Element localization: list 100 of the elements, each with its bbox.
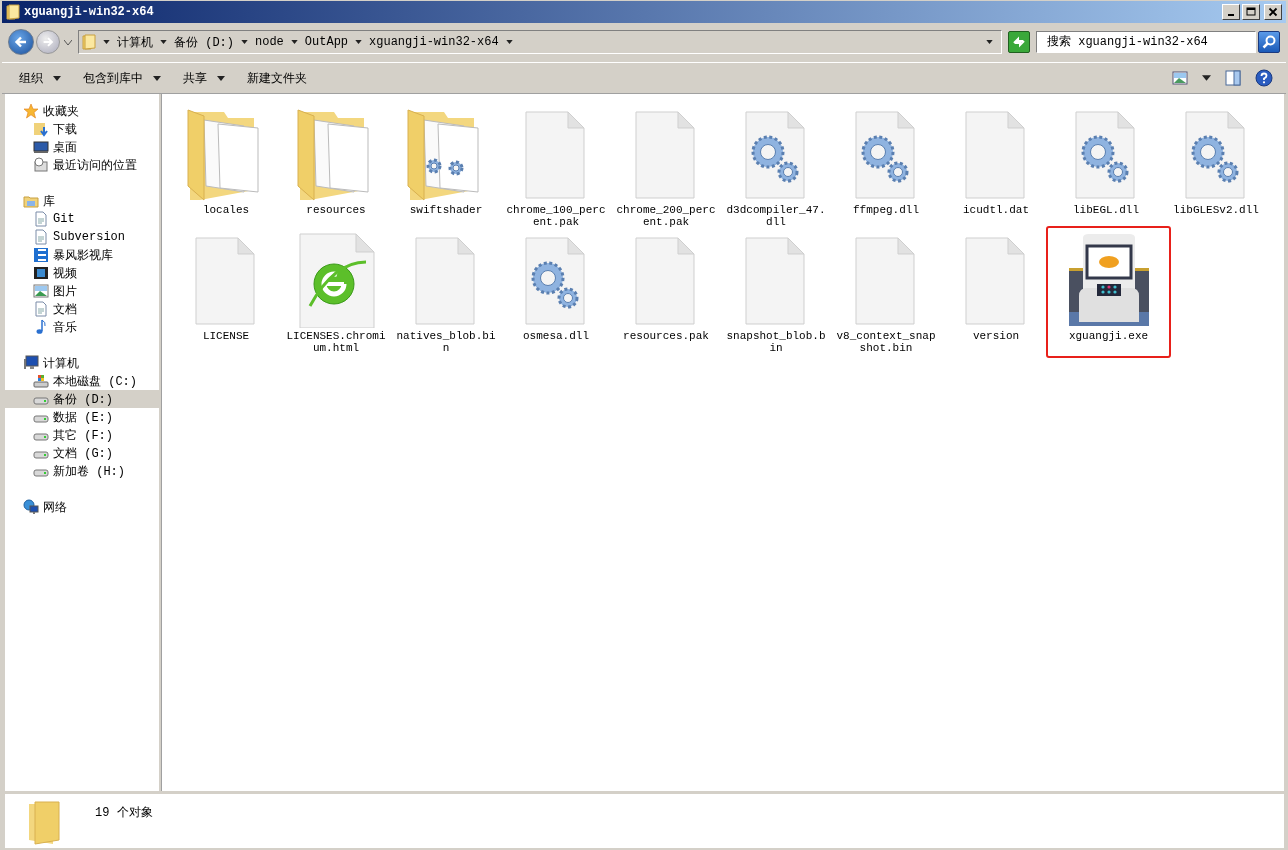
download-folder-icon <box>33 121 49 137</box>
toolbar-button[interactable]: 新建文件夹 <box>238 66 316 90</box>
file-item[interactable]: LICENSE <box>171 228 281 354</box>
file-item[interactable]: chrome_200_percent.pak <box>611 102 721 228</box>
music-note-icon <box>33 319 49 335</box>
caret-icon <box>241 40 248 44</box>
nav-item[interactable]: 文档 <box>5 300 159 318</box>
nav-item[interactable]: 数据 (E:) <box>5 408 159 426</box>
help-icon <box>1255 69 1273 87</box>
file-item[interactable]: xguangji.exe <box>1046 226 1171 358</box>
file-name: swiftshader <box>408 204 484 216</box>
breadcrumb[interactable]: 计算机 <box>117 33 153 51</box>
search-field[interactable]: 搜索 xguangji-win32-x64 <box>1036 31 1256 53</box>
file-item[interactable]: libEGL.dll <box>1051 102 1161 228</box>
file-name: ffmpeg.dll <box>852 204 920 216</box>
search-button[interactable] <box>1258 31 1280 53</box>
forward-arrow-icon <box>41 35 55 49</box>
film-strip-icon <box>33 265 49 281</box>
back-button[interactable] <box>8 29 34 55</box>
nav-item[interactable]: 文档 (G:) <box>5 444 159 462</box>
caret-icon <box>1202 75 1211 81</box>
toolbar-button[interactable]: 包含到库中 <box>74 66 170 90</box>
breadcrumb[interactable]: node <box>255 35 284 49</box>
file-name: osmesa.dll <box>522 330 590 342</box>
toolbar-button[interactable]: 共享 <box>174 66 234 90</box>
close-button[interactable] <box>1264 4 1282 20</box>
network-icon <box>23 499 39 515</box>
address-bar[interactable]: 计算机 备份 (D:) node OutApp xguangji-win32-x64 <box>78 30 1002 54</box>
picture-icon <box>1172 71 1188 85</box>
nav-item[interactable]: 视频 <box>5 264 159 282</box>
folder-icon <box>82 34 96 50</box>
nav-item[interactable]: 新加卷 (H:) <box>5 462 159 480</box>
close-icon <box>1268 7 1278 17</box>
nav-item[interactable]: 网络 <box>5 498 159 516</box>
file-item[interactable]: snapshot_blob.bin <box>721 228 831 354</box>
file-item[interactable]: natives_blob.bin <box>391 228 501 354</box>
nav-item[interactable]: 音乐 <box>5 318 159 336</box>
recent-places-icon <box>33 157 49 173</box>
file-item[interactable]: locales <box>171 102 281 228</box>
nav-item[interactable]: 本地磁盘 (C:) <box>5 372 159 390</box>
file-name: LICENSES.chromium.html <box>286 330 386 354</box>
caret-icon <box>103 40 110 44</box>
breadcrumb[interactable]: OutApp <box>304 35 349 49</box>
file-name: resources.pak <box>622 330 710 342</box>
document-icon <box>33 301 49 317</box>
breadcrumb[interactable]: 备份 (D:) <box>174 33 234 51</box>
file-item[interactable]: d3dcompiler_47.dll <box>721 102 831 228</box>
nav-item[interactable]: 其它 (F:) <box>5 426 159 444</box>
folder-icon <box>6 4 20 20</box>
monitor-icon <box>33 139 49 155</box>
nav-item[interactable]: Subversion <box>5 228 159 246</box>
file-name: snapshot_blob.bin <box>726 330 826 354</box>
caret-icon <box>160 40 167 44</box>
forward-button[interactable] <box>36 30 60 54</box>
file-item[interactable]: resources <box>281 102 391 228</box>
nav-item[interactable]: 备份 (D:) <box>5 390 159 408</box>
minimize-button[interactable] <box>1222 4 1240 20</box>
file-item[interactable]: osmesa.dll <box>501 228 611 354</box>
nav-item[interactable]: 下载 <box>5 120 159 138</box>
refresh-button[interactable] <box>1008 31 1030 53</box>
pane-icon <box>1225 70 1241 86</box>
nav-item[interactable]: Git <box>5 210 159 228</box>
file-name: chrome_200_percent.pak <box>616 204 716 228</box>
nav-item[interactable]: 最近访问的位置 <box>5 156 159 174</box>
file-item[interactable]: swiftshader <box>391 102 501 228</box>
file-name: v8_context_snapshot.bin <box>836 330 936 354</box>
nav-item[interactable]: 暴风影视库 <box>5 246 159 264</box>
minimize-icon <box>1228 14 1234 16</box>
file-name: xguangji.exe <box>1067 330 1150 342</box>
file-name: d3dcompiler_47.dll <box>726 204 826 228</box>
search-icon <box>1261 34 1277 50</box>
file-name: version <box>971 330 1021 342</box>
file-name: libGLESv2.dll <box>1172 204 1260 216</box>
file-item[interactable]: icudtl.dat <box>941 102 1051 228</box>
file-item[interactable]: LICENSES.chromium.html <box>281 228 391 354</box>
nav-item[interactable]: 收藏夹 <box>5 102 159 120</box>
window-title: xguangji-win32-x64 <box>24 5 154 19</box>
kiosk-machine-icon <box>1066 232 1151 328</box>
nav-item[interactable]: 桌面 <box>5 138 159 156</box>
nav-item[interactable]: 库 <box>5 192 159 210</box>
breadcrumb[interactable]: xguangji-win32-x64 <box>369 35 499 49</box>
file-item[interactable]: libGLESv2.dll <box>1161 102 1271 228</box>
library-folder-icon <box>23 193 39 209</box>
maximize-button[interactable] <box>1242 4 1260 20</box>
nav-item[interactable]: 计算机 <box>5 354 159 372</box>
file-item[interactable]: ffmpeg.dll <box>831 102 941 228</box>
file-item[interactable]: v8_context_snapshot.bin <box>831 228 941 354</box>
file-item[interactable]: chrome_100_percent.pak <box>501 102 611 228</box>
file-name: LICENSE <box>201 330 251 342</box>
file-name: chrome_100_percent.pak <box>506 204 606 228</box>
maximize-icon <box>1246 7 1256 17</box>
file-name: locales <box>201 204 251 216</box>
back-arrow-icon <box>13 34 29 50</box>
system-drive-icon <box>33 373 49 389</box>
refresh-icon <box>1011 34 1027 50</box>
dropdown-caret-icon <box>986 40 993 44</box>
toolbar-button[interactable]: 组织 <box>10 66 70 90</box>
star-icon <box>23 103 39 119</box>
nav-item[interactable]: 图片 <box>5 282 159 300</box>
file-item[interactable]: resources.pak <box>611 228 721 354</box>
